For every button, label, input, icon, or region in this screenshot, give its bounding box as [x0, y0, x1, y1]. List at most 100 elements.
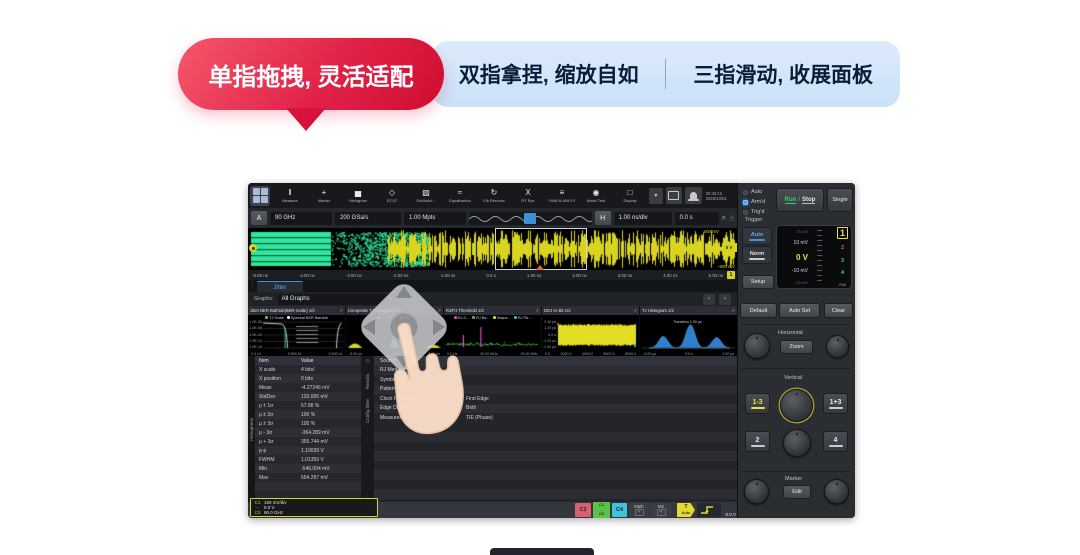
channel-4-tab[interactable]: C4: [612, 503, 627, 517]
toolbar-item-marker[interactable]: +Marker: [307, 185, 341, 207]
slider-handle[interactable]: [524, 213, 536, 224]
waveform-display[interactable]: 600 mV 0 V -600 mV: [248, 228, 737, 270]
channel-4-button[interactable]: 4: [823, 431, 848, 452]
channel-1-minus-3-tab[interactable]: C1-C3: [593, 502, 610, 518]
side-tab-results[interactable]: Results: [365, 374, 370, 389]
trigger-badge[interactable]: T Auto: [677, 503, 695, 517]
graphs-next-button[interactable]: ›: [719, 294, 731, 305]
graph-panel-body[interactable]: TJ ScaleSpectral BER Bathtub1.0E-061.0E-…: [248, 315, 345, 356]
table-row[interactable]: p-p1.10039 V: [255, 446, 361, 455]
vertical-scale-knob-lower[interactable]: [783, 429, 811, 457]
toolbar-item-display[interactable]: □Display: [613, 185, 647, 207]
channel-1p3-button[interactable]: 1+3: [823, 393, 848, 414]
toolbar-item-equalization[interactable]: ≈Equalization: [443, 185, 477, 207]
notifications-button[interactable]: [685, 187, 702, 204]
toolbar-item-measure[interactable]: ‖Measure: [273, 185, 307, 207]
graphs-dropdown[interactable]: All Graphs ▾: [278, 294, 396, 305]
table-row[interactable]: μ ± 2σ100 %: [255, 410, 361, 419]
channel-number-1[interactable]: 1: [837, 227, 848, 239]
source-row-edge-direction[interactable]: Edge DirectionBoth: [374, 404, 737, 414]
table-row[interactable]: μ + 3σ355.744 mV: [255, 437, 361, 446]
channel-number-3[interactable]: 3: [841, 258, 844, 264]
toolbar-item-rt-eye[interactable]: XRT Eye: [511, 185, 545, 207]
source-row-rj-method[interactable]: RJ Method: [374, 366, 737, 376]
table-row[interactable]: Mean-4.27246 mV: [255, 383, 361, 392]
graph-panel-body[interactable]: 2.40 ps1.20 ps0.0 s-1.20 ps-2.40 ps0.020…: [542, 315, 639, 356]
horizontal-scale-knob[interactable]: [744, 333, 770, 359]
math-1-tab[interactable]: Math +: [629, 503, 649, 517]
horizontal-position-knob[interactable]: [826, 335, 849, 358]
trigger-norm-button[interactable]: Norm: [742, 246, 772, 264]
memory-depth-field[interactable]: 1.00 Mpts: [404, 212, 466, 225]
single-button[interactable]: Single: [827, 188, 853, 212]
expand-icon[interactable]: ↗: [339, 308, 343, 314]
table-row[interactable]: Max554.297 mV: [255, 473, 361, 482]
source-row-symbol-rate[interactable]: Symbol Rate: [374, 375, 737, 385]
expand-icon[interactable]: ↗: [731, 308, 735, 314]
histograms-side-tab[interactable]: Histograms: [248, 356, 255, 502]
marker-a-knob[interactable]: [744, 479, 769, 504]
row-value: 57.88 %: [301, 403, 319, 409]
default-button[interactable]: Default: [740, 303, 777, 318]
graph-panel-body[interactable]: TJPJDDJ-5.00 ps0.0 s5.00 ps: [346, 315, 443, 356]
timebase-field[interactable]: 1.00 ns/div: [614, 212, 672, 225]
expand-icon[interactable]: ↗: [633, 308, 637, 314]
auto-set-button[interactable]: Auto Set: [779, 303, 820, 318]
source-row-measurement[interactable]: MeasurementTIE (Phase): [374, 413, 737, 423]
expand-icon[interactable]: ↗: [437, 308, 441, 314]
channel-number-2[interactable]: 2: [841, 245, 844, 251]
table-row[interactable]: μ ± 3σ100 %: [255, 419, 361, 428]
apps-grid-button[interactable]: [250, 186, 270, 206]
channel-2-button[interactable]: 2: [745, 431, 770, 452]
table-row[interactable]: Min-546.094 mV: [255, 464, 361, 473]
toolbar-item-clk-recover[interactable]: ↻Clk Recover: [477, 185, 511, 207]
horizontal-zoom-button[interactable]: Zoom: [780, 340, 813, 354]
sample-rate-field[interactable]: 200 GSa/s: [335, 212, 401, 225]
channel-source-box[interactable]: C1 - C3 150 mV/div 0.0 V 90.0 GHz: [250, 498, 378, 517]
table-row[interactable]: μ ± 1σ57.88 %: [255, 401, 361, 410]
clock-date: 2025/10/01: [706, 196, 735, 201]
acq-h-button[interactable]: H: [595, 211, 611, 225]
zoom-selection-rect[interactable]: [495, 228, 587, 270]
table-row[interactable]: μ - 3σ-364.289 mV: [255, 428, 361, 437]
graph-panel-body[interactable]: RJ-S...RJ Ba...Seque...RJ PA...0.0 Hz30.…: [444, 315, 541, 356]
source-row-source[interactable]: Source: [374, 356, 737, 366]
toolbar-item-ezjit[interactable]: ◇EZJIT: [375, 185, 409, 207]
graph-panel-body[interactable]: Transition 1.00 ps-3.00 ps0.0 s3.00 ps: [640, 315, 737, 356]
timebase-position-slider[interactable]: [469, 212, 592, 225]
source-row-clock-recovery[interactable]: Clock RecoveryFirst Edge: [374, 394, 737, 404]
channel-2-tab[interactable]: C2: [575, 503, 591, 517]
toolbar-more-button[interactable]: ▾: [649, 188, 663, 204]
touch-mode-icon[interactable]: ☝: [729, 214, 734, 223]
vertical-scale-knob-upper[interactable]: [780, 389, 813, 422]
marker-edit-button[interactable]: Edit: [783, 485, 811, 499]
expand-icon[interactable]: ↗: [535, 308, 539, 314]
toolbar-item-pam-n-anlys[interactable]: ≡PAM-N ANLYS: [545, 185, 579, 207]
source-row-empty: [374, 470, 737, 480]
collapse-diamond-icon[interactable]: ◇: [366, 358, 370, 364]
toolbar-item-demodul[interactable]: ▨DeModul...: [409, 185, 443, 207]
zoom-icon[interactable]: ⌕: [722, 213, 726, 223]
toolbar-item-mask-test[interactable]: ◉Mask Test: [579, 185, 613, 207]
table-row[interactable]: StdDev120.005 mV: [255, 392, 361, 401]
marker-b-knob[interactable]: [824, 479, 849, 504]
side-tab-config-jitter[interactable]: Config Jitter: [365, 399, 370, 423]
h-position-field[interactable]: 0.0 s: [675, 212, 719, 225]
clear-button[interactable]: Clear: [824, 303, 853, 318]
trigger-auto-button[interactable]: Auto: [742, 227, 772, 245]
math-2-tab[interactable]: M2 +: [651, 503, 671, 517]
channel-number-4[interactable]: 4: [841, 270, 844, 276]
graphs-prev-button[interactable]: ‹: [703, 294, 715, 305]
table-row[interactable]: X position0 bits: [255, 374, 361, 383]
toolbar-item-histogram[interactable]: ▅Histogram: [341, 185, 375, 207]
display-settings-button[interactable]: [666, 187, 683, 204]
table-row[interactable]: X scale4 bits/: [255, 365, 361, 374]
run-stop-button[interactable]: Run / Stop: [776, 188, 824, 212]
table-row[interactable]: FWHM1.01359 V: [255, 455, 361, 464]
drag-handle-icon[interactable]: ⋮: [249, 281, 256, 291]
source-row-pattern-length[interactable]: Pattern Length: [374, 385, 737, 395]
bandwidth-field[interactable]: 90 GHz: [270, 212, 332, 225]
trigger-setup-button[interactable]: Setup: [742, 275, 774, 289]
acq-a-button[interactable]: A: [251, 211, 267, 225]
channel-1-3-button[interactable]: 1-3: [745, 393, 770, 414]
